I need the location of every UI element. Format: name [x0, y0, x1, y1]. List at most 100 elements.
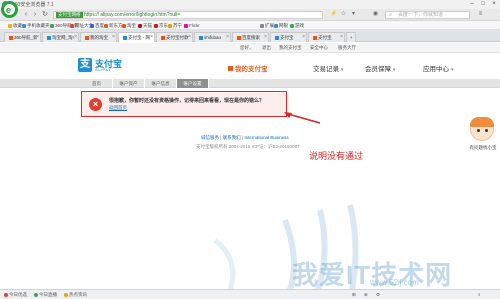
back-icon[interactable]: ‹	[22, 11, 30, 19]
bookmark-item[interactable]: 天猫	[138, 22, 152, 29]
browser-tab[interactable]: shifubao ×	[194, 32, 231, 42]
subtab-settings[interactable]: 账户设置	[177, 79, 209, 88]
tab-favicon-icon	[85, 35, 89, 40]
search-input[interactable]: ⌕ 百度一下，你就知道	[385, 11, 470, 19]
bookmark-item[interactable]: 新东方	[104, 22, 123, 29]
bookmark-item[interactable]: 淘宝	[122, 22, 136, 29]
status-item-label: 今日优选	[9, 292, 27, 297]
browser-tab[interactable]: 360导航_新 ×	[4, 32, 41, 42]
status-tool-icon[interactable]: ⊞	[352, 291, 356, 299]
bookmark-item[interactable]: 游戏	[290, 22, 304, 29]
chevron-down-icon: ▾	[340, 67, 344, 73]
close-window-icon[interactable]: ×	[488, 0, 500, 9]
bookmark-label: 新东方	[109, 23, 123, 28]
brand-sub: ALIPAY	[95, 67, 112, 72]
footer-link-international[interactable]: International Business	[244, 135, 288, 140]
tab-favicon-icon	[275, 35, 279, 40]
nav-transactions[interactable]: 交易记录 ▾	[313, 63, 343, 73]
service-hall-link[interactable]: 服务大厅	[338, 44, 356, 52]
browser-tab[interactable]: 百度搜索 ×	[232, 32, 269, 42]
chevron-down-icon: ▾	[392, 67, 396, 73]
forward-icon[interactable]: ›	[31, 11, 39, 19]
tab-close-icon[interactable]: ×	[36, 33, 39, 42]
status-item[interactable]: 今日直播	[34, 291, 57, 299]
subtab-info[interactable]: 账户信息	[145, 79, 177, 88]
nav-protection[interactable]: 会员保障 ▾	[365, 63, 395, 73]
browser-tab[interactable]: 支付宝付款 ×	[156, 32, 193, 42]
back-home-link[interactable]: 返回首页	[109, 105, 127, 111]
status-item[interactable]: 今日优选	[4, 291, 27, 299]
bookmark-label: 游戏	[295, 23, 304, 28]
annotation-text: 说明没有通过	[309, 152, 364, 162]
security-center-link[interactable]: 安全中心	[310, 44, 328, 52]
status-tool-icon[interactable]: ⚙	[376, 291, 380, 299]
subtab-assets[interactable]: 账户资产	[113, 79, 145, 88]
subtab-home[interactable]: 首页	[81, 79, 113, 88]
tab-close-icon[interactable]: ×	[264, 33, 267, 42]
tab-close-icon[interactable]: ×	[188, 33, 191, 42]
zoom-icon[interactable]: ⌕	[478, 291, 481, 299]
bookmark-label: 百度	[95, 23, 104, 28]
bookmark-favicon-icon	[274, 23, 278, 28]
search-engine-icon[interactable]: ◉	[372, 11, 379, 18]
bookmark-item[interactable]: Flickr	[184, 22, 200, 29]
tab-label: 淘宝网_淘!	[52, 35, 74, 40]
tab-favicon-icon	[199, 35, 203, 40]
bookmark-favicon-icon	[260, 23, 264, 28]
footer-link-contact[interactable]: 联系我们	[223, 135, 241, 140]
browser-tab[interactable]: 支付宝 - 网 ×	[118, 32, 155, 42]
bookmark-item[interactable]: 京东	[154, 22, 168, 29]
bookmark-label: 网银	[279, 23, 288, 28]
star-icon[interactable]: ☆	[340, 11, 347, 18]
menu-icon[interactable]: ≡	[477, 11, 484, 18]
lightning-icon[interactable]: ⚡	[330, 11, 337, 18]
browser-e-icon: e	[6, 5, 12, 15]
help-widget[interactable]: 有问题找小宝	[466, 117, 500, 162]
tab-close-icon[interactable]: ×	[150, 33, 153, 42]
tab-favicon-icon	[237, 35, 241, 40]
url-text: https:// alipay.com/error/lightlogin.htm…	[84, 12, 181, 18]
my-alipay-link[interactable]: 我的支付宝	[279, 44, 302, 52]
status-tool-icon[interactable]: ⊕	[364, 291, 368, 299]
tab-favicon-icon	[47, 35, 51, 40]
tab-close-icon[interactable]: ×	[340, 33, 343, 42]
new-tab-icon[interactable]: +	[346, 32, 356, 42]
bookmark-item[interactable]: 手机收藏夹	[22, 22, 50, 29]
bookmark-item[interactable]: 收藏	[8, 22, 22, 29]
status-item[interactable]: 热点资讯	[64, 291, 87, 299]
status-item-label: 今日直播	[39, 292, 57, 297]
bookmark-item[interactable]: 扩展	[260, 22, 274, 29]
status-item-label: 热点资讯	[69, 292, 87, 297]
tab-close-icon[interactable]: ×	[112, 33, 115, 42]
bookmark-favicon-icon	[168, 23, 172, 28]
bookmark-item[interactable]: 网银	[274, 22, 288, 29]
tab-close-icon[interactable]: ×	[302, 33, 305, 42]
nav-app-center[interactable]: 应用中心 ▾	[423, 63, 453, 73]
tab-close-icon[interactable]: ×	[74, 33, 77, 42]
refresh-icon[interactable]: ↻	[41, 11, 49, 19]
assistant-hair	[470, 117, 494, 127]
error-message: 很抱歉，你暂时还没有资格操作，记得来回来看看，现在是你的错么？	[109, 98, 265, 104]
bookmark-label: 扩展	[265, 23, 274, 28]
bookmark-item[interactable]: 百度	[90, 22, 104, 29]
tab-favicon-icon	[313, 35, 317, 40]
url-input[interactable]: 支付宝网络 https:// alipay.com/error/lightlog…	[53, 11, 323, 19]
footer-link-integrity[interactable]: 诚信服务	[201, 135, 219, 140]
dropdown-icon[interactable]: ▾	[350, 11, 357, 18]
tab-favicon-icon	[161, 35, 165, 40]
browser-tab[interactable]: 支付宝 ×	[270, 32, 307, 42]
browser-tab[interactable]: 淘宝网_淘! ×	[42, 32, 79, 42]
browser-tab[interactable]: 我的淘宝 ×	[80, 32, 117, 42]
nav-my-alipay[interactable]: 我的支付宝	[228, 63, 268, 73]
bookmark-favicon-icon	[122, 23, 126, 28]
logout-link[interactable]: 退出	[262, 44, 271, 52]
tab-close-icon[interactable]: ×	[226, 33, 229, 42]
status-dot-icon	[64, 292, 68, 297]
nav-protection-label: 会员保障	[365, 66, 391, 73]
bookmark-item[interactable]: 苏宁	[168, 22, 182, 29]
assistant-eye	[485, 129, 488, 132]
bookmark-favicon-icon	[104, 23, 108, 28]
bookmark-label: 淘宝	[127, 23, 136, 28]
browser-tab[interactable]: 支付宝 ×	[308, 32, 345, 42]
alipay-logo[interactable]: 支 支付宝 ALIPAY	[78, 57, 122, 75]
